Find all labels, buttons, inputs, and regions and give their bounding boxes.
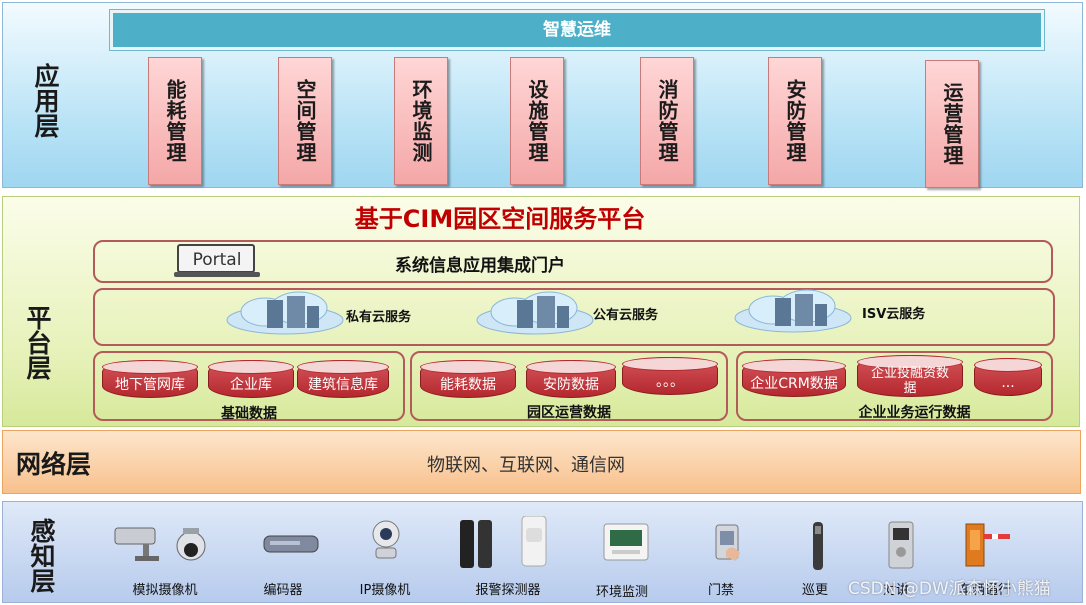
db-more-enterprise-label: ... (1001, 375, 1015, 391)
db-more-park: 。。。 (622, 357, 718, 395)
ip-camera-icon (368, 518, 404, 562)
public-cloud-label: 公有云服务 (593, 308, 659, 323)
db-underground-pipe-label: 地下管网库 (115, 377, 185, 393)
analog-camera-icon (113, 522, 207, 572)
environment-monitor-icon (602, 522, 650, 562)
smart-ops-bar: 智慧运维 (110, 10, 1044, 50)
device-label-analog-camera: 模拟摄像机 (132, 583, 198, 598)
module-fire: 消防管理 (640, 57, 694, 185)
sense-layer-label: 感知层 (27, 517, 56, 593)
db-building-info: 建筑信息库 (297, 360, 389, 398)
portal-label: Portal (192, 250, 242, 270)
intercom-icon (886, 520, 916, 570)
platform-layer-label: 平台层 (23, 304, 52, 380)
module-security-label: 安防管理 (783, 79, 807, 163)
db-underground-pipe: 地下管网库 (102, 360, 198, 398)
db-security-label: 安防数据 (543, 377, 599, 393)
db-energy: 能耗数据 (420, 360, 516, 398)
device-label-encoder: 编码器 (263, 583, 303, 598)
access-control-icon (712, 523, 744, 563)
module-environment: 环境监测 (394, 57, 448, 185)
alarm-detector-icon (456, 515, 552, 572)
db-building-info-label: 建筑信息库 (308, 377, 378, 393)
private-cloud-label: 私有云服务 (346, 310, 412, 325)
module-fire-label: 消防管理 (655, 79, 679, 163)
encoder-icon (262, 530, 320, 558)
module-energy: 能耗管理 (148, 57, 202, 185)
module-facility-label: 设施管理 (525, 79, 549, 163)
device-label-environment: 环境监测 (595, 585, 648, 600)
module-security: 安防管理 (768, 57, 822, 185)
basic-data-label: 基础数据 (221, 406, 277, 422)
park-ops-data-label: 园区运营数据 (527, 405, 611, 421)
isv-cloud-label: ISV云服务 (862, 307, 926, 322)
device-label-patrol: 巡更 (801, 583, 828, 598)
db-enterprise-label: 企业库 (230, 377, 272, 393)
enterprise-data-label: 企业业务运行数据 (858, 405, 971, 421)
module-space-label: 空间管理 (293, 79, 317, 163)
module-facility: 设施管理 (510, 57, 564, 185)
db-enterprise-crm-label: 企业CRM数据 (750, 376, 838, 392)
device-label-access-control: 门禁 (707, 583, 734, 598)
module-operation: 运营管理 (925, 60, 979, 188)
application-layer-label: 应用层 (31, 62, 60, 138)
module-space: 空间管理 (278, 57, 332, 185)
module-operation-label: 运营管理 (940, 82, 964, 166)
device-label-alarm-detector: 报警探测器 (475, 583, 541, 598)
db-enterprise-crm: 企业CRM数据 (742, 359, 846, 397)
db-security: 安防数据 (526, 360, 616, 398)
db-more-park-label: 。。。 (656, 374, 684, 390)
csdn-watermark: CSDN @DW派森怀小熊猫 (848, 579, 1051, 599)
db-enterprise-investment: 企业投融资数据 (857, 355, 963, 397)
db-enterprise-investment-label: 企业投融资数据 (870, 366, 949, 396)
portal-title: 系统信息应用集成门户 (395, 256, 565, 276)
cloud-server-icon (733, 288, 853, 334)
db-energy-label: 能耗数据 (440, 377, 496, 393)
network-layer-label: 网络层 (16, 450, 92, 479)
db-more-enterprise: ... (974, 358, 1042, 396)
cloud-server-icon (475, 290, 595, 336)
module-environment-label: 环境监测 (409, 79, 433, 163)
module-energy-label: 能耗管理 (163, 79, 187, 163)
patrol-wand-icon (808, 520, 828, 572)
vehicle-barrier-icon (962, 520, 1012, 568)
db-enterprise: 企业库 (208, 360, 294, 398)
platform-title: 基于CIM园区空间服务平台 (354, 205, 646, 233)
device-label-ip-camera: IP摄像机 (359, 583, 411, 598)
network-types: 物联网、互联网、通信网 (427, 455, 625, 476)
cloud-server-icon (225, 290, 345, 336)
